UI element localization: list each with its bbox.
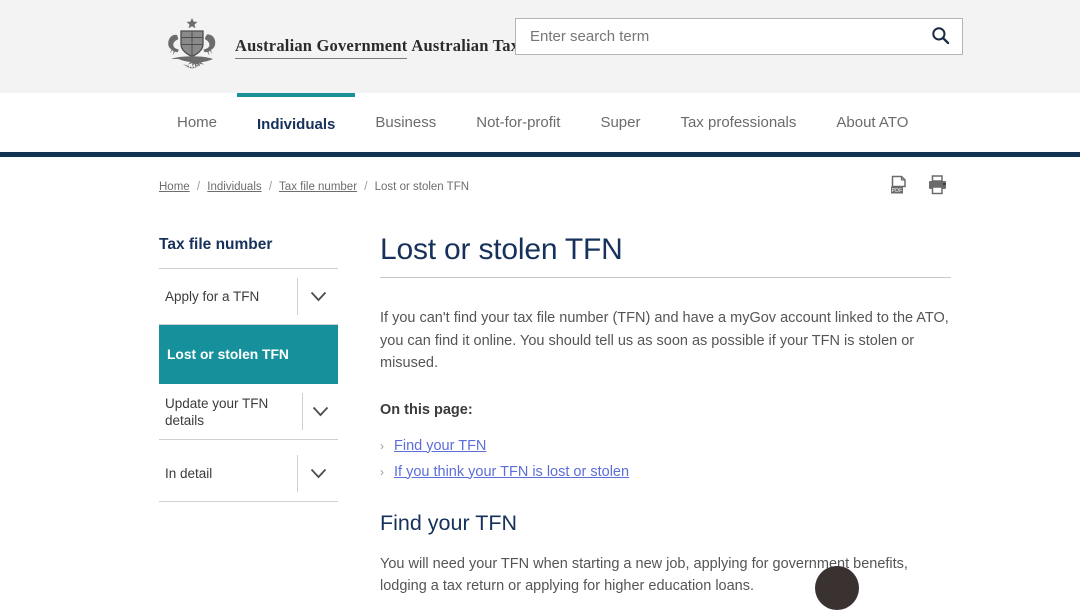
pdf-download-icon: PDF <box>889 175 911 199</box>
breadcrumb-item-home[interactable]: Home <box>159 181 190 193</box>
nav-label: About ATO <box>836 114 909 131</box>
nav-label: Individuals <box>257 116 336 133</box>
sidebar-item-label: Lost or stolen TFN <box>167 347 289 362</box>
print-icon <box>927 175 949 199</box>
chevron-right-icon: › <box>380 438 384 453</box>
breadcrumb-item-current: Lost or stolen TFN <box>374 181 470 193</box>
logo-line-government: Australian Government <box>235 36 408 59</box>
chat-widget-button[interactable] <box>815 566 859 610</box>
nav-label: Business <box>375 114 437 131</box>
nav-bottom-rule <box>0 152 1080 157</box>
nav-item-about-ato[interactable]: About ATO <box>816 93 928 152</box>
breadcrumb: Home / Individuals / Tax file number / L… <box>159 181 469 193</box>
breadcrumb-separator: / <box>364 181 368 193</box>
page-title: Lost or stolen TFN <box>380 233 623 266</box>
title-divider <box>380 277 951 278</box>
section-sidebar: Tax file number Apply for a TFN Lost or … <box>159 236 338 502</box>
nav-label: Super <box>600 114 641 131</box>
site-search[interactable] <box>515 18 963 55</box>
chevron-right-icon: › <box>380 464 384 479</box>
chevron-down-icon[interactable] <box>302 393 338 430</box>
breadcrumb-separator: / <box>196 181 201 193</box>
sidebar-item-apply-for-a-tfn[interactable]: Apply for a TFN <box>159 269 338 325</box>
list-item: › Find your TFN <box>380 436 952 456</box>
breadcrumb-separator: / <box>268 181 273 193</box>
nav-item-business[interactable]: Business <box>355 93 456 152</box>
nav-item-super[interactable]: Super <box>580 93 660 152</box>
print-button[interactable] <box>926 174 950 198</box>
sidebar-item-in-detail[interactable]: In detail <box>159 446 338 502</box>
sidebar-item-lost-or-stolen-tfn[interactable]: Lost or stolen TFN <box>159 325 338 384</box>
sidebar-item-update-your-tfn-details[interactable]: Update your TFN details <box>159 384 338 440</box>
sidebar-item-label: Apply for a TFN <box>165 289 260 304</box>
section-heading-find-your-tfn: Find your TFN <box>380 510 517 535</box>
breadcrumb-item-tax-file-number[interactable]: Tax file number <box>279 181 357 193</box>
chevron-down-icon[interactable] <box>297 455 338 492</box>
nav-label: Home <box>177 114 218 131</box>
intro-paragraph: If you can't find your tax file number (… <box>380 310 949 371</box>
sidebar-item-label: Update your TFN details <box>165 395 269 428</box>
sidebar-item-label: In detail <box>165 466 213 481</box>
nav-label: Tax professionals <box>680 114 797 131</box>
list-item: › If you think your TFN is lost or stole… <box>380 462 952 482</box>
main-navigation: Home Individuals Business Not-for-profit… <box>0 93 1080 152</box>
on-this-page-list: › Find your TFN › If you think your TFN … <box>380 436 952 482</box>
on-this-page-label: On this page: <box>380 401 473 418</box>
toc-link-find-your-tfn[interactable]: Find your TFN <box>394 436 486 456</box>
page-tools: PDF <box>888 174 950 198</box>
svg-text:PDF: PDF <box>892 188 904 194</box>
search-icon <box>931 26 950 48</box>
chevron-down-icon[interactable] <box>297 278 338 315</box>
search-input[interactable] <box>516 19 918 54</box>
nav-item-individuals[interactable]: Individuals <box>237 93 356 152</box>
nav-item-tax-professionals[interactable]: Tax professionals <box>660 93 816 152</box>
nav-items: Home Individuals Business Not-for-profit… <box>157 93 928 152</box>
nav-item-not-for-profit[interactable]: Not-for-profit <box>456 93 580 152</box>
toc-link-if-you-think-your-tfn-is-lost-or-stolen[interactable]: If you think your TFN is lost or stolen <box>394 462 629 482</box>
pdf-download-button[interactable]: PDF <box>888 174 912 198</box>
nav-label: Not-for-profit <box>476 114 561 131</box>
australian-coat-of-arms-icon <box>157 15 227 77</box>
nav-item-home[interactable]: Home <box>157 93 237 152</box>
section-paragraph: You will need your TFN when starting a n… <box>380 555 908 595</box>
main-content: Lost or stolen TFN If you can't find you… <box>380 232 952 598</box>
search-button[interactable] <box>918 19 962 54</box>
breadcrumb-item-individuals[interactable]: Individuals <box>207 181 261 193</box>
sidebar-title: Tax file number <box>159 236 338 269</box>
